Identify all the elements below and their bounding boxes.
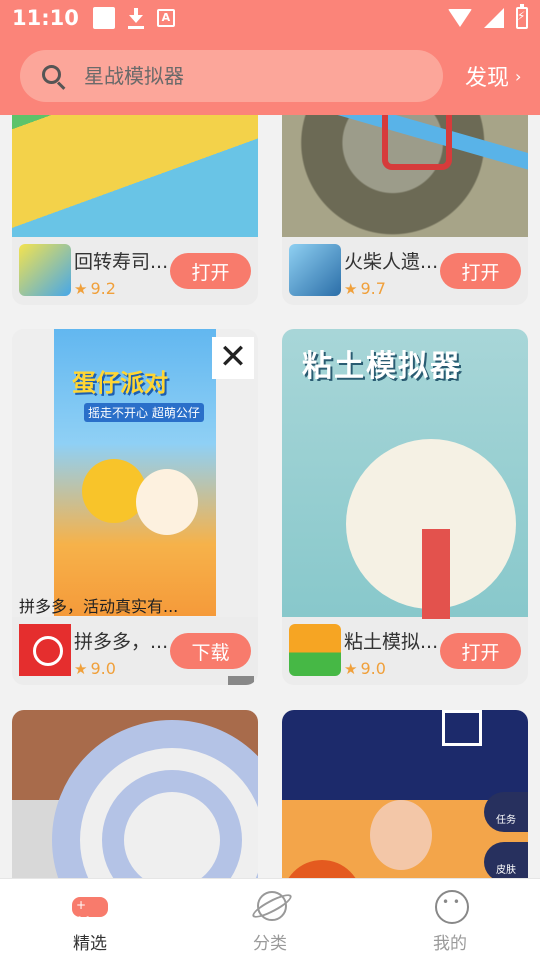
open-button[interactable]: 打开 xyxy=(440,253,521,289)
app-header: 11:10 A 发现 › xyxy=(0,0,540,115)
ad-caption: 拼多多，活动真实有... xyxy=(19,597,179,616)
status-left-icons: A xyxy=(92,7,175,29)
rating-value: 9.7 xyxy=(360,279,386,298)
card-footer: 粘土模拟... ★ 9.0 打开 xyxy=(282,617,528,685)
card-footer: 火柴人遗... ★ 9.7 打开 xyxy=(282,237,528,305)
search-input[interactable] xyxy=(84,64,404,88)
status-time: 11:10 xyxy=(12,6,79,30)
rating: ★ 9.0 xyxy=(74,659,116,678)
open-button[interactable]: 打开 xyxy=(440,633,521,669)
sushi-game-icon xyxy=(19,244,71,296)
star-icon: ★ xyxy=(344,279,358,298)
rating: ★ 9.7 xyxy=(344,279,386,298)
skin-side-button: 皮肤 xyxy=(484,842,528,882)
search-icon xyxy=(40,63,66,90)
close-icon[interactable]: ✕ xyxy=(212,337,254,379)
app-name: 拼多多，... xyxy=(74,631,169,653)
clay-game-icon xyxy=(289,624,341,676)
game-art-title: 粘土模拟器 xyxy=(302,349,462,384)
nav-label: 精选 xyxy=(73,934,107,954)
rating: ★ 9.0 xyxy=(344,659,386,678)
pinduoduo-icon xyxy=(19,624,71,676)
wifi-icon xyxy=(448,9,472,27)
game-screenshot: 粘土模拟器 xyxy=(282,329,528,619)
gamepad-icon xyxy=(72,889,108,926)
search-row: 发现 › xyxy=(0,36,540,102)
signal-icon xyxy=(484,8,504,28)
discover-button[interactable]: 发现 › xyxy=(465,60,521,92)
ad-title: 蛋仔派对 xyxy=(72,369,168,397)
ad-card[interactable]: 蛋仔派对 摇走不开心 超萌公仔 ✕ 拼多多，活动真实有... 拼多多，... ★… xyxy=(12,329,258,685)
app-name: 粘土模拟... xyxy=(344,631,439,653)
smile-icon xyxy=(432,889,469,924)
download-icon xyxy=(127,7,145,29)
open-button[interactable]: 打开 xyxy=(170,253,251,289)
download-button[interactable]: 下载 xyxy=(170,633,251,669)
ad-subtitle: 摇走不开心 超萌公仔 xyxy=(84,403,204,422)
app-name: 火柴人遗... xyxy=(344,251,439,273)
task-side-button: 任务 xyxy=(484,792,528,832)
card-footer: 拼多多，... ★ 9.0 下载 xyxy=(12,617,258,685)
rating-value: 9.2 xyxy=(90,279,116,298)
ad-poster-image: 蛋仔派对 摇走不开心 超萌公仔 xyxy=(54,329,216,616)
game-card[interactable]: 粘土模拟器 粘土模拟... ★ 9.0 打开 xyxy=(282,329,528,685)
nav-category[interactable]: 分类 xyxy=(180,879,360,960)
ad-media: 蛋仔派对 摇走不开心 超萌公仔 ✕ 拼多多，活动真实有... xyxy=(12,329,258,617)
nav-mine[interactable]: 我的 xyxy=(360,879,540,960)
star-icon: ★ xyxy=(74,279,88,298)
discover-label: 发现 xyxy=(465,66,510,91)
stickman-game-icon xyxy=(289,244,341,296)
star-icon: ★ xyxy=(74,659,88,678)
app-notification-icon: A xyxy=(156,9,175,27)
app-name: 回转寿司... xyxy=(74,251,169,273)
ad-badge xyxy=(228,676,254,685)
bottom-navigation: 精选 分类 我的 xyxy=(0,878,540,960)
star-icon: ★ xyxy=(344,659,358,678)
nav-featured[interactable]: 精选 xyxy=(0,879,180,960)
planet-icon xyxy=(252,889,288,921)
card-footer: 回转寿司... ★ 9.2 打开 xyxy=(12,237,258,305)
nav-label: 分类 xyxy=(253,934,287,954)
search-bar[interactable] xyxy=(20,50,443,102)
notification-square-icon xyxy=(92,7,115,29)
rating: ★ 9.2 xyxy=(74,279,116,298)
rating-value: 9.0 xyxy=(360,659,386,678)
nav-label: 我的 xyxy=(433,934,467,954)
battery-icon xyxy=(516,4,528,29)
status-bar: 11:10 A xyxy=(0,0,540,36)
chevron-right-icon: › xyxy=(515,66,522,86)
status-right-icons xyxy=(448,4,528,29)
rating-value: 9.0 xyxy=(90,659,116,678)
